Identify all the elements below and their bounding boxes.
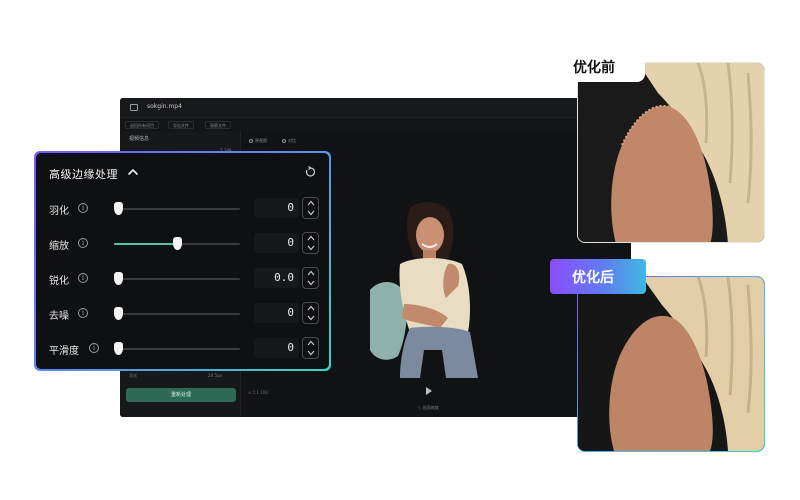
before-label: 优化前 [573, 60, 615, 76]
slider-track[interactable] [114, 272, 240, 285]
tab-original[interactable]: 原视图 [249, 138, 267, 144]
slider-row: 去噪 i 0 [36, 300, 329, 328]
value-stepper[interactable] [302, 267, 319, 289]
before-shoulder-image [578, 63, 764, 242]
stepper-down-icon[interactable] [307, 349, 315, 357]
after-label-tab: 优化后 [550, 259, 646, 294]
before-image [577, 62, 765, 243]
info-icon[interactable]: i [78, 308, 88, 318]
stepper-down-icon[interactable] [307, 279, 315, 287]
info-icon[interactable]: i [78, 238, 88, 248]
sidebar-toggle-icon[interactable] [130, 104, 138, 111]
slider-value-input[interactable]: 0 [254, 198, 299, 218]
slider-fill [114, 243, 177, 245]
stepper-down-icon[interactable] [307, 314, 315, 322]
chevron-up-icon[interactable] [128, 167, 138, 177]
left-bottom-value: 2X 5px [208, 373, 223, 378]
slider-label: 锐化 [49, 276, 69, 287]
slider-handle[interactable] [114, 272, 123, 285]
info-icon[interactable]: i [78, 203, 88, 213]
slider-value-input[interactable]: 0.0 [254, 268, 299, 288]
after-image [578, 277, 764, 451]
stepper-down-icon[interactable] [307, 209, 315, 217]
slider-track[interactable] [114, 237, 240, 250]
value-stepper[interactable] [302, 302, 319, 324]
view-file-button[interactable]: 观察文件 [205, 121, 231, 129]
after-shoulder-image [578, 277, 764, 451]
slider-value-input[interactable]: 0 [254, 303, 299, 323]
info-icon[interactable]: i [89, 343, 99, 353]
reprocess-button[interactable]: 重新处理 [126, 388, 236, 402]
back-to-projects-button[interactable]: 返回所有项目 [125, 121, 159, 129]
advanced-edge-panel: 高级边缘处理 羽化 i 0 缩放 i 0 锐化 i 0.0 去噪 i 0 平滑度 i 0 [34, 151, 331, 371]
slider-label: 去噪 [49, 311, 69, 322]
value-stepper[interactable] [302, 337, 319, 359]
play-icon[interactable] [426, 387, 432, 395]
slider-row: 平滑度 i 0 [36, 335, 329, 363]
advanced-edge-panel-body: 高级边缘处理 羽化 i 0 缩放 i 0 锐化 i 0.0 去噪 i 0 平滑度 i 0 [36, 153, 329, 369]
before-label-tab: 优化前 [565, 52, 645, 82]
after-label: 优化后 [572, 270, 614, 286]
slider-row: 羽化 i 0 [36, 195, 329, 223]
panel-title: 高级边缘处理 [49, 168, 118, 181]
zoom-readout: ⊙ 1:1 100 [248, 390, 268, 395]
scale-label[interactable]: ○ 画面缩放 [418, 405, 439, 411]
stepper-up-icon[interactable] [307, 304, 315, 312]
stepper-up-icon[interactable] [307, 199, 315, 207]
value-stepper[interactable] [302, 232, 319, 254]
slider-row: 锐化 i 0.0 [36, 265, 329, 293]
left-bottom-label: 羽化 [129, 373, 137, 378]
slider-handle[interactable] [114, 342, 123, 355]
stepper-down-icon[interactable] [307, 244, 315, 252]
slider-track[interactable] [114, 307, 240, 320]
editor-titlebar: sokgin.mp4 [120, 98, 631, 118]
reset-icon[interactable] [304, 166, 316, 178]
person-cutout-image [370, 202, 478, 378]
slider-value-input[interactable]: 0 [254, 338, 299, 358]
value-stepper[interactable] [302, 197, 319, 219]
slider-track[interactable] [114, 202, 240, 215]
slider-value-input[interactable]: 0 [254, 233, 299, 253]
after-image-frame [577, 276, 765, 452]
slider-label: 羽化 [49, 206, 69, 217]
slider-label: 缩放 [49, 241, 69, 252]
slider-track[interactable] [114, 342, 240, 355]
stepper-up-icon[interactable] [307, 269, 315, 277]
slider-handle[interactable] [114, 307, 123, 320]
tab-compare-label: 对比 [288, 138, 296, 143]
slider-row: 缩放 i 0 [36, 230, 329, 258]
slider-label: 平滑度 [49, 346, 79, 357]
tab-compare[interactable]: 对比 [282, 138, 296, 144]
info-icon[interactable]: i [78, 273, 88, 283]
editor-toolbar: 返回所有项目 导出文件 观察文件 [120, 118, 631, 132]
tab-original-label: 原视图 [255, 138, 267, 143]
left-section-title: 视频信息 [129, 136, 150, 142]
slider-handle[interactable] [114, 202, 123, 215]
slider-handle[interactable] [173, 237, 182, 250]
stepper-up-icon[interactable] [307, 234, 315, 242]
stepper-up-icon[interactable] [307, 339, 315, 347]
export-button[interactable]: 导出文件 [168, 121, 194, 129]
editor-filename: sokgin.mp4 [147, 103, 182, 110]
